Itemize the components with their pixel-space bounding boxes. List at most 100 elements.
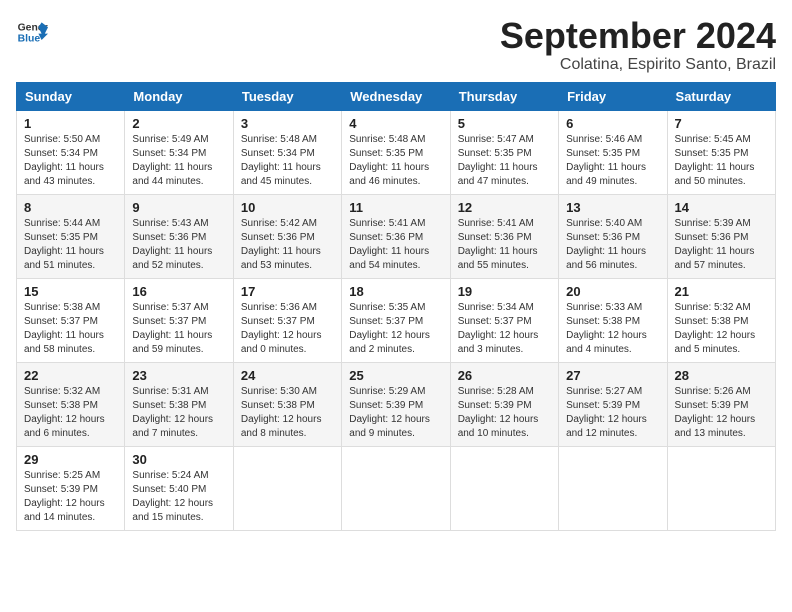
calendar-day-cell: 11 Sunrise: 5:41 AMSunset: 5:36 PMDaylig…	[342, 194, 450, 278]
calendar-day-cell: 27 Sunrise: 5:27 AMSunset: 5:39 PMDaylig…	[559, 362, 667, 446]
calendar-week-row: 29 Sunrise: 5:25 AMSunset: 5:39 PMDaylig…	[17, 446, 776, 530]
calendar-day-cell	[450, 446, 558, 530]
calendar-day-cell: 1 Sunrise: 5:50 AMSunset: 5:34 PMDayligh…	[17, 110, 125, 194]
day-number: 21	[675, 284, 768, 299]
day-number: 5	[458, 116, 551, 131]
day-number: 3	[241, 116, 334, 131]
logo: General Blue	[16, 16, 48, 48]
day-info: Sunrise: 5:48 AMSunset: 5:35 PMDaylight:…	[349, 134, 429, 187]
day-info: Sunrise: 5:42 AMSunset: 5:36 PMDaylight:…	[241, 218, 321, 271]
day-number: 14	[675, 200, 768, 215]
day-number: 25	[349, 368, 442, 383]
calendar-table: SundayMondayTuesdayWednesdayThursdayFrid…	[16, 82, 776, 531]
calendar-day-cell: 22 Sunrise: 5:32 AMSunset: 5:38 PMDaylig…	[17, 362, 125, 446]
calendar-day-cell: 9 Sunrise: 5:43 AMSunset: 5:36 PMDayligh…	[125, 194, 233, 278]
day-info: Sunrise: 5:49 AMSunset: 5:34 PMDaylight:…	[132, 134, 212, 187]
weekday-header-tuesday: Tuesday	[233, 82, 341, 110]
calendar-day-cell: 28 Sunrise: 5:26 AMSunset: 5:39 PMDaylig…	[667, 362, 775, 446]
calendar-day-cell: 10 Sunrise: 5:42 AMSunset: 5:36 PMDaylig…	[233, 194, 341, 278]
day-number: 26	[458, 368, 551, 383]
calendar-day-cell: 21 Sunrise: 5:32 AMSunset: 5:38 PMDaylig…	[667, 278, 775, 362]
weekday-header-sunday: Sunday	[17, 82, 125, 110]
day-info: Sunrise: 5:27 AMSunset: 5:39 PMDaylight:…	[566, 386, 647, 439]
day-info: Sunrise: 5:41 AMSunset: 5:36 PMDaylight:…	[458, 218, 538, 271]
day-info: Sunrise: 5:47 AMSunset: 5:35 PMDaylight:…	[458, 134, 538, 187]
calendar-day-cell: 19 Sunrise: 5:34 AMSunset: 5:37 PMDaylig…	[450, 278, 558, 362]
calendar-day-cell: 14 Sunrise: 5:39 AMSunset: 5:36 PMDaylig…	[667, 194, 775, 278]
calendar-day-cell	[667, 446, 775, 530]
weekday-header-wednesday: Wednesday	[342, 82, 450, 110]
day-number: 4	[349, 116, 442, 131]
weekday-header-monday: Monday	[125, 82, 233, 110]
calendar-day-cell: 29 Sunrise: 5:25 AMSunset: 5:39 PMDaylig…	[17, 446, 125, 530]
calendar-day-cell: 16 Sunrise: 5:37 AMSunset: 5:37 PMDaylig…	[125, 278, 233, 362]
weekday-header-saturday: Saturday	[667, 82, 775, 110]
logo-icon: General Blue	[16, 16, 48, 48]
day-info: Sunrise: 5:46 AMSunset: 5:35 PMDaylight:…	[566, 134, 646, 187]
calendar-day-cell	[342, 446, 450, 530]
day-info: Sunrise: 5:38 AMSunset: 5:37 PMDaylight:…	[24, 302, 104, 355]
month-year-title: September 2024	[500, 16, 776, 56]
day-number: 20	[566, 284, 659, 299]
day-info: Sunrise: 5:50 AMSunset: 5:34 PMDaylight:…	[24, 134, 104, 187]
calendar-day-cell: 26 Sunrise: 5:28 AMSunset: 5:39 PMDaylig…	[450, 362, 558, 446]
day-number: 22	[24, 368, 117, 383]
calendar-day-cell: 23 Sunrise: 5:31 AMSunset: 5:38 PMDaylig…	[125, 362, 233, 446]
day-number: 1	[24, 116, 117, 131]
weekday-header-row: SundayMondayTuesdayWednesdayThursdayFrid…	[17, 82, 776, 110]
day-info: Sunrise: 5:35 AMSunset: 5:37 PMDaylight:…	[349, 302, 430, 355]
day-info: Sunrise: 5:45 AMSunset: 5:35 PMDaylight:…	[675, 134, 755, 187]
calendar-week-row: 22 Sunrise: 5:32 AMSunset: 5:38 PMDaylig…	[17, 362, 776, 446]
calendar-day-cell	[559, 446, 667, 530]
day-info: Sunrise: 5:43 AMSunset: 5:36 PMDaylight:…	[132, 218, 212, 271]
title-area: September 2024 Colatina, Espirito Santo,…	[500, 16, 776, 74]
day-number: 9	[132, 200, 225, 215]
svg-text:Blue: Blue	[18, 34, 41, 45]
calendar-day-cell: 18 Sunrise: 5:35 AMSunset: 5:37 PMDaylig…	[342, 278, 450, 362]
day-number: 15	[24, 284, 117, 299]
day-info: Sunrise: 5:37 AMSunset: 5:37 PMDaylight:…	[132, 302, 212, 355]
calendar-day-cell: 3 Sunrise: 5:48 AMSunset: 5:34 PMDayligh…	[233, 110, 341, 194]
calendar-week-row: 8 Sunrise: 5:44 AMSunset: 5:35 PMDayligh…	[17, 194, 776, 278]
calendar-day-cell: 2 Sunrise: 5:49 AMSunset: 5:34 PMDayligh…	[125, 110, 233, 194]
day-info: Sunrise: 5:34 AMSunset: 5:37 PMDaylight:…	[458, 302, 539, 355]
day-info: Sunrise: 5:24 AMSunset: 5:40 PMDaylight:…	[132, 470, 213, 523]
day-number: 8	[24, 200, 117, 215]
day-info: Sunrise: 5:31 AMSunset: 5:38 PMDaylight:…	[132, 386, 213, 439]
day-info: Sunrise: 5:32 AMSunset: 5:38 PMDaylight:…	[675, 302, 756, 355]
day-number: 12	[458, 200, 551, 215]
calendar-day-cell: 5 Sunrise: 5:47 AMSunset: 5:35 PMDayligh…	[450, 110, 558, 194]
calendar-day-cell: 25 Sunrise: 5:29 AMSunset: 5:39 PMDaylig…	[342, 362, 450, 446]
day-number: 11	[349, 200, 442, 215]
day-info: Sunrise: 5:33 AMSunset: 5:38 PMDaylight:…	[566, 302, 647, 355]
calendar-day-cell: 17 Sunrise: 5:36 AMSunset: 5:37 PMDaylig…	[233, 278, 341, 362]
day-info: Sunrise: 5:41 AMSunset: 5:36 PMDaylight:…	[349, 218, 429, 271]
day-number: 24	[241, 368, 334, 383]
day-info: Sunrise: 5:26 AMSunset: 5:39 PMDaylight:…	[675, 386, 756, 439]
day-number: 23	[132, 368, 225, 383]
weekday-header-friday: Friday	[559, 82, 667, 110]
day-info: Sunrise: 5:30 AMSunset: 5:38 PMDaylight:…	[241, 386, 322, 439]
calendar-day-cell	[233, 446, 341, 530]
day-number: 17	[241, 284, 334, 299]
weekday-header-thursday: Thursday	[450, 82, 558, 110]
calendar-day-cell: 12 Sunrise: 5:41 AMSunset: 5:36 PMDaylig…	[450, 194, 558, 278]
day-info: Sunrise: 5:40 AMSunset: 5:36 PMDaylight:…	[566, 218, 646, 271]
calendar-day-cell: 15 Sunrise: 5:38 AMSunset: 5:37 PMDaylig…	[17, 278, 125, 362]
day-number: 19	[458, 284, 551, 299]
calendar-day-cell: 6 Sunrise: 5:46 AMSunset: 5:35 PMDayligh…	[559, 110, 667, 194]
calendar-day-cell: 30 Sunrise: 5:24 AMSunset: 5:40 PMDaylig…	[125, 446, 233, 530]
day-info: Sunrise: 5:48 AMSunset: 5:34 PMDaylight:…	[241, 134, 321, 187]
day-number: 7	[675, 116, 768, 131]
day-number: 2	[132, 116, 225, 131]
day-number: 29	[24, 452, 117, 467]
calendar-day-cell: 24 Sunrise: 5:30 AMSunset: 5:38 PMDaylig…	[233, 362, 341, 446]
day-info: Sunrise: 5:29 AMSunset: 5:39 PMDaylight:…	[349, 386, 430, 439]
day-info: Sunrise: 5:36 AMSunset: 5:37 PMDaylight:…	[241, 302, 322, 355]
day-number: 30	[132, 452, 225, 467]
calendar-week-row: 15 Sunrise: 5:38 AMSunset: 5:37 PMDaylig…	[17, 278, 776, 362]
day-info: Sunrise: 5:44 AMSunset: 5:35 PMDaylight:…	[24, 218, 104, 271]
calendar-day-cell: 20 Sunrise: 5:33 AMSunset: 5:38 PMDaylig…	[559, 278, 667, 362]
day-number: 28	[675, 368, 768, 383]
calendar-week-row: 1 Sunrise: 5:50 AMSunset: 5:34 PMDayligh…	[17, 110, 776, 194]
